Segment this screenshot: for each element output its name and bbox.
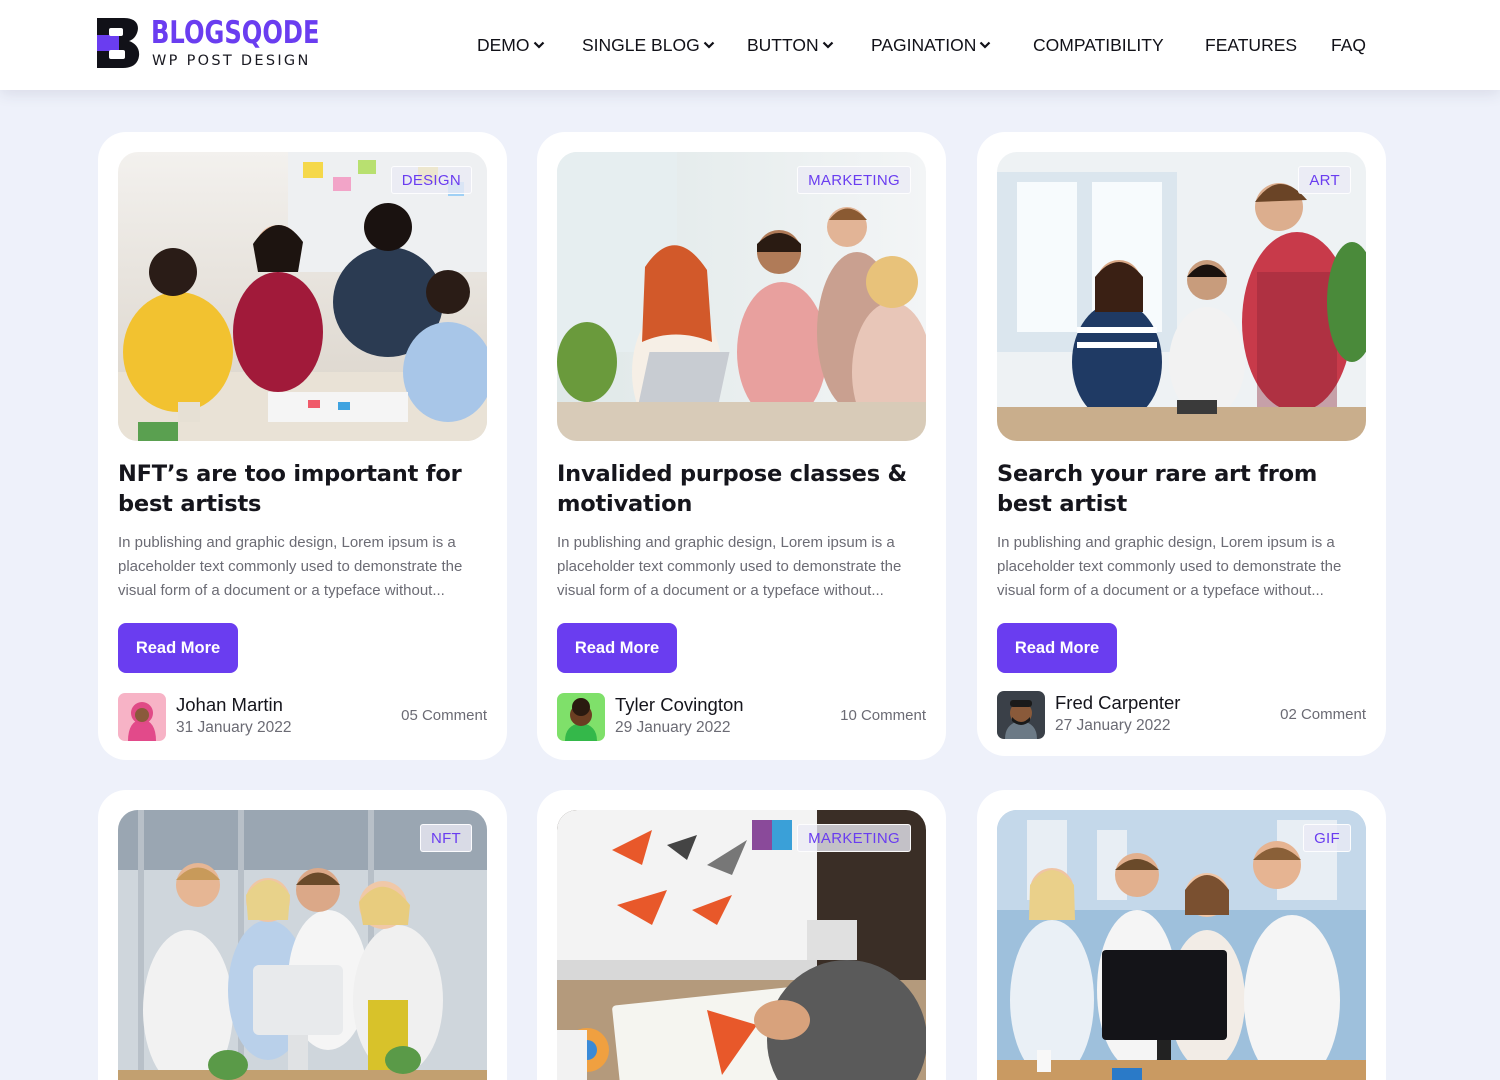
post-image[interactable]: DESIGN (118, 152, 487, 441)
nav-item-demo[interactable]: DEMO (477, 33, 545, 57)
post-date: 29 January 2022 (615, 719, 731, 736)
category-badge[interactable]: MARKETING (797, 824, 911, 852)
nav-item-label: DEMO (477, 34, 530, 55)
nav-item-label: PAGINATION (871, 34, 977, 55)
category-badge[interactable]: DESIGN (390, 166, 472, 194)
chevron-down-icon (703, 41, 714, 49)
post-excerpt: In publishing and graphic design, Lorem … (118, 534, 463, 599)
author-name[interactable]: Tyler Covington (615, 694, 744, 716)
post-image[interactable]: MARKETING (557, 810, 926, 1080)
nav-item-label: FEATURES (1205, 34, 1298, 55)
post-title[interactable]: Search your rare art from best artist (997, 459, 1367, 519)
post-title[interactable]: Invalided purpose classes & motivation (557, 459, 927, 519)
post-date: 27 January 2022 (1055, 717, 1171, 734)
chevron-down-icon (822, 41, 833, 49)
site-logo[interactable]: BLOGSQODE WP POST DESIGN (97, 15, 320, 72)
chevron-down-icon (533, 41, 544, 49)
comment-count[interactable]: 05 Comment (401, 707, 487, 724)
read-more-button[interactable]: Read More (118, 623, 238, 673)
nav-item-label: FAQ (1331, 34, 1367, 55)
nav-item-pagination[interactable]: PAGINATION (871, 33, 991, 57)
author-name[interactable]: Johan Martin (176, 694, 283, 716)
brand-subtitle: WP POST DESIGN (152, 53, 311, 69)
post-title[interactable]: NFT’s are too important for best artists (118, 459, 488, 519)
nav-item-faq[interactable]: FAQ (1331, 33, 1366, 57)
post-image[interactable]: GIF (997, 810, 1366, 1080)
author-name[interactable]: Fred Carpenter (1055, 692, 1180, 714)
category-badge[interactable]: MARKETING (797, 166, 911, 194)
post-card: GIF (977, 790, 1386, 1080)
post-card: NFT (98, 790, 507, 1080)
nav-item-label: COMPATIBILITY (1033, 34, 1164, 55)
post-card: DESIGN NFT’s are too important for best … (98, 132, 507, 760)
logo-mark-icon (97, 18, 140, 68)
category-badge[interactable]: ART (1298, 166, 1351, 194)
post-excerpt: In publishing and graphic design, Lorem … (557, 534, 902, 599)
post-image[interactable]: NFT (118, 810, 487, 1080)
read-more-button[interactable]: Read More (997, 623, 1117, 673)
brand-title: BLOGSQODE (151, 15, 320, 51)
comment-count[interactable]: 02 Comment (1280, 706, 1366, 723)
post-card: MARKETING (537, 790, 946, 1080)
nav-item-single-blog[interactable]: SINGLE BLOG (582, 33, 715, 57)
nav-item-button[interactable]: BUTTON (747, 33, 834, 57)
nav-item-compatibility[interactable]: COMPATIBILITY (1033, 33, 1164, 57)
post-card: MARKETING Invalided purpose classes & mo… (537, 132, 946, 760)
site-header: BLOGSQODE WP POST DESIGN DEMO SINGLE BLO… (0, 0, 1500, 90)
avatar (118, 693, 166, 741)
post-image[interactable]: MARKETING (557, 152, 926, 441)
category-badge[interactable]: NFT (419, 824, 472, 852)
nav-item-label: SINGLE BLOG (582, 34, 700, 55)
chevron-down-icon (980, 41, 991, 49)
read-more-button[interactable]: Read More (557, 623, 677, 673)
comment-count[interactable]: 10 Comment (840, 707, 926, 724)
post-date: 31 January 2022 (176, 719, 292, 736)
avatar (997, 691, 1045, 739)
nav-item-features[interactable]: FEATURES (1205, 33, 1297, 57)
post-card: ART Search your rare art from best artis… (977, 132, 1386, 756)
nav-item-label: BUTTON (747, 34, 819, 55)
category-badge[interactable]: GIF (1303, 824, 1351, 852)
avatar (557, 693, 605, 741)
post-excerpt: In publishing and graphic design, Lorem … (997, 534, 1342, 599)
post-image[interactable]: ART (997, 152, 1366, 441)
